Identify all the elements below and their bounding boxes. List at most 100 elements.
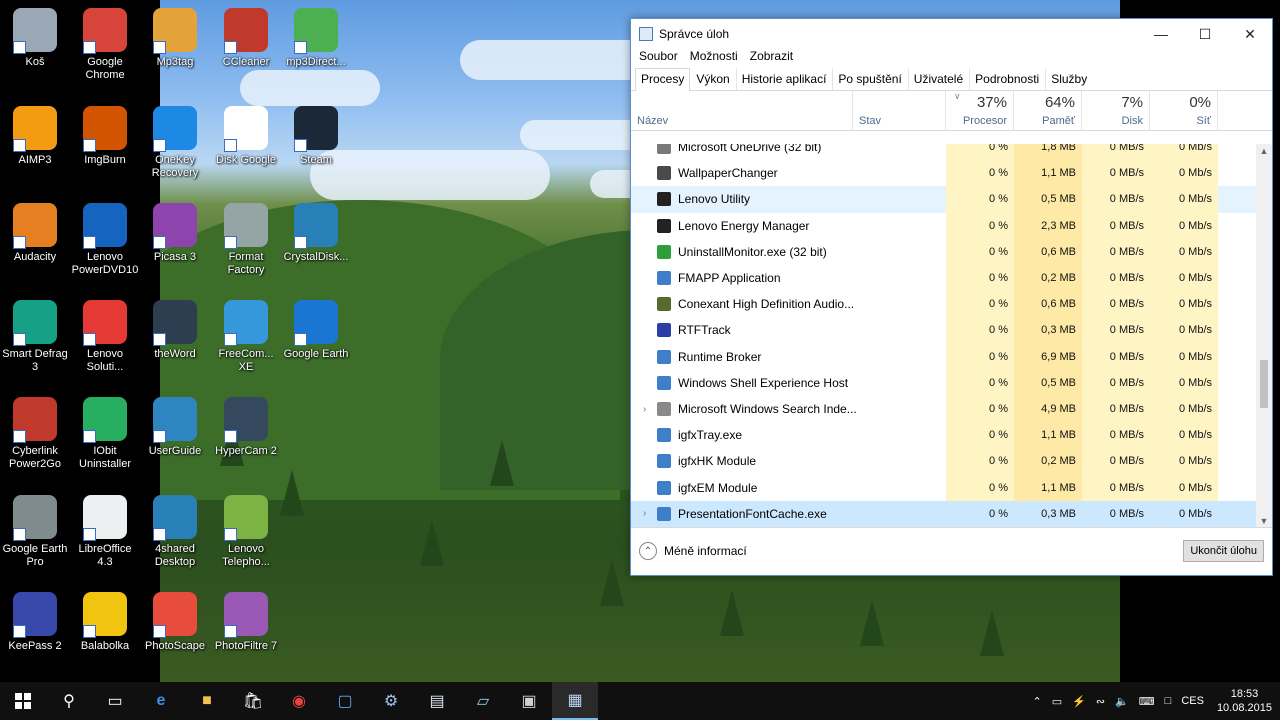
maximize-icon[interactable]: ☐ <box>1183 19 1227 49</box>
process-row[interactable]: igfxEM Module 0 % 1,1 MB 0 MB/s 0 Mb/s <box>631 474 1256 501</box>
column-disk[interactable]: 7% Disk <box>1082 91 1150 131</box>
desktop-icon-label: Google Earth <box>283 348 349 360</box>
language-indicator[interactable]: CES <box>1176 695 1209 707</box>
scroll-thumb[interactable] <box>1260 360 1268 408</box>
desktop-icon[interactable]: Picasa 3 <box>140 203 210 264</box>
desktop-icon[interactable]: Steam <box>281 106 351 167</box>
power-plug-icon[interactable]: ⚡ <box>1067 695 1091 708</box>
desktop-icon[interactable]: Audacity <box>0 203 70 264</box>
scroll-down-icon[interactable]: ▼ <box>1256 516 1272 526</box>
desktop-icon[interactable]: Koš <box>0 8 70 69</box>
menu-options[interactable]: Možnosti <box>690 49 738 67</box>
desktop-icon[interactable]: UserGuide <box>140 397 210 458</box>
task-manager-taskbar-icon[interactable]: ▦ <box>552 682 598 720</box>
file-explorer-icon[interactable]: ■ <box>184 682 230 720</box>
menu-file[interactable]: Soubor <box>639 49 678 67</box>
desktop-icon[interactable]: Balabolka <box>70 592 140 653</box>
scroll-up-icon[interactable]: ▲ <box>1256 146 1272 156</box>
column-name[interactable]: Název <box>631 91 852 131</box>
column-memory[interactable]: 64% Paměť <box>1014 91 1082 131</box>
desktop-icon[interactable]: Disk Google <box>211 106 281 167</box>
desktop-icon[interactable]: OneKey Recovery <box>140 106 210 180</box>
desktop-icon[interactable]: Google Earth <box>281 300 351 361</box>
desktop-icon-label: 4shared Desktop <box>154 543 196 568</box>
store-icon[interactable]: 🛍 <box>230 682 276 720</box>
desktop-icon[interactable]: Google Chrome <box>70 8 140 82</box>
desktop-icon[interactable]: Lenovo Soluti... <box>70 300 140 374</box>
desktop-icon[interactable]: AIMP3 <box>0 106 70 167</box>
desktop-icon[interactable]: PhotoFiltre 7 <box>211 592 281 653</box>
process-row[interactable]: › PresentationFontCache.exe 0 % 0,3 MB 0 MB/… <box>631 500 1256 527</box>
task-view-icon[interactable]: ▭ <box>92 682 138 720</box>
keyboard-icon[interactable]: ⌨ <box>1134 695 1160 708</box>
desktop-icon[interactable]: Lenovo PowerDVD10 <box>70 203 140 277</box>
tab-users[interactable]: Uživatelé <box>907 68 969 90</box>
desktop-icon[interactable]: Mp3tag <box>140 8 210 69</box>
desktop-icon[interactable]: Format Factory <box>211 203 281 277</box>
close-icon[interactable]: ✕ <box>1228 19 1272 49</box>
process-row[interactable]: Microsoft OneDrive (32 bit) 0 % 1,8 MB 0 MB… <box>631 144 1256 161</box>
desktop-icon[interactable]: Google Earth Pro <box>0 495 70 569</box>
tab-details[interactable]: Podrobnosti <box>969 68 1045 90</box>
process-row[interactable]: igfxTray.exe 0 % 1,1 MB 0 MB/s 0 Mb/s <box>631 422 1256 449</box>
process-row[interactable]: Windows Shell Experience Host 0 % 0,5 MB 0 … <box>631 369 1256 396</box>
desktop-icon[interactable]: HyperCam 2 <box>211 397 281 458</box>
less-info-link[interactable]: ⌃ Méně informací <box>639 542 747 560</box>
menu-view[interactable]: Zobrazit <box>750 49 793 67</box>
desktop-icon[interactable]: KeePass 2 <box>0 592 70 653</box>
expand-chevron-icon[interactable]: › <box>643 508 657 519</box>
tab-startup[interactable]: Po spuštění <box>832 68 907 90</box>
column-cpu[interactable]: ∨ 37% Procesor <box>946 91 1014 131</box>
notification-icon[interactable]: □ <box>1160 695 1177 707</box>
column-network[interactable]: 0% Síť <box>1150 91 1218 131</box>
tab-processes[interactable]: Procesy <box>635 68 691 91</box>
volume-icon[interactable]: 🔈 <box>1110 695 1134 708</box>
process-row[interactable]: FMAPP Application 0 % 0,2 MB 0 MB/s 0 Mb/s <box>631 265 1256 292</box>
process-row[interactable]: RTFTrack 0 % 0,3 MB 0 MB/s 0 Mb/s <box>631 317 1256 344</box>
desktop-icon[interactable]: CCleaner <box>211 8 281 69</box>
edge-icon[interactable]: e <box>138 682 184 720</box>
end-task-button[interactable]: Ukončit úlohu <box>1183 540 1264 562</box>
process-row[interactable]: Lenovo Energy Manager 0 % 2,3 MB 0 MB/s 0 Mb… <box>631 212 1256 239</box>
desktop-icon[interactable]: CrystalDisk... <box>281 203 351 264</box>
remote-desktop-icon[interactable]: ▢ <box>322 682 368 720</box>
tablet-icon[interactable]: ▱ <box>460 682 506 720</box>
tab-services[interactable]: Služby <box>1045 68 1093 90</box>
desktop-icon[interactable]: mp3Direct... <box>281 8 351 69</box>
desktop-icon[interactable]: 4shared Desktop <box>140 495 210 569</box>
minimize-icon[interactable]: — <box>1139 19 1183 49</box>
hypercam-icon[interactable]: ▣ <box>506 682 552 720</box>
process-row[interactable]: Conexant High Definition Audio... 0 % 0,6 … <box>631 291 1256 318</box>
process-row[interactable]: igfxHK Module 0 % 0,2 MB 0 MB/s 0 Mb/s <box>631 448 1256 475</box>
tab-app-history[interactable]: Historie aplikací <box>735 68 833 90</box>
desktop-icon[interactable]: theWord <box>140 300 210 361</box>
desktop-icon[interactable]: LibreOffice 4.3 <box>70 495 140 569</box>
search-icon[interactable]: ⚲ <box>46 682 92 720</box>
desktop-icon[interactable]: ImgBurn <box>70 106 140 167</box>
document-icon[interactable]: ▤ <box>414 682 460 720</box>
column-status[interactable]: Stav <box>852 91 946 131</box>
desktop-icon[interactable]: PhotoScape <box>140 592 210 653</box>
chevron-up-icon[interactable]: ⌃ <box>1028 695 1047 708</box>
process-row[interactable]: › Microsoft Windows Search Inde... 0 % 4,9 … <box>631 396 1256 423</box>
app-icon[interactable]: ⚙ <box>368 682 414 720</box>
desktop-icon[interactable]: Cyberlink Power2Go <box>0 397 70 471</box>
desktop-icon[interactable]: Smart Defrag 3 <box>0 300 70 374</box>
process-row[interactable]: Runtime Broker 0 % 6,9 MB 0 MB/s 0 Mb/s <box>631 343 1256 370</box>
battery-icon[interactable]: ▭ <box>1047 695 1067 708</box>
start-button[interactable] <box>0 682 46 720</box>
title-bar[interactable]: Správce úloh — ☐ ✕ <box>631 19 1272 49</box>
clock[interactable]: 18:53 10.08.2015 <box>1209 687 1280 715</box>
process-row[interactable]: Lenovo Utility 0 % 0,5 MB 0 MB/s 0 Mb/s <box>631 186 1256 213</box>
expand-chevron-icon[interactable]: › <box>643 404 657 415</box>
vertical-scrollbar[interactable]: ▲ ▼ <box>1256 144 1272 528</box>
desktop-icon[interactable]: IObit Uninstaller <box>70 397 140 471</box>
tab-performance[interactable]: Výkon <box>690 68 735 90</box>
process-cpu: 0 % <box>946 238 1014 265</box>
process-row[interactable]: UninstallMonitor.exe (32 bit) 0 % 0,6 MB 0 … <box>631 238 1256 265</box>
wifi-icon[interactable]: ∾ <box>1091 695 1110 708</box>
desktop-icon[interactable]: Lenovo Telepho... <box>211 495 281 569</box>
process-row[interactable]: WallpaperChanger 0 % 1,1 MB 0 MB/s 0 Mb/s <box>631 160 1256 187</box>
desktop-icon[interactable]: FreeCom... XE <box>211 300 281 374</box>
chrome-icon[interactable]: ◉ <box>276 682 322 720</box>
